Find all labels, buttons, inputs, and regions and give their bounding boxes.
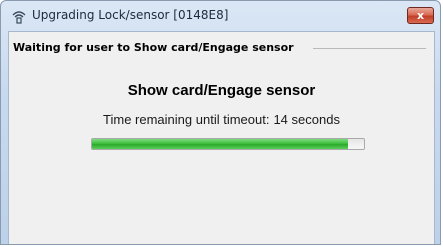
dialog-client-area: Waiting for user to Show card/Engage sen…: [8, 31, 435, 244]
group-label: Waiting for user to Show card/Engage sen…: [13, 41, 300, 54]
timeout-progress-bar: [91, 138, 365, 150]
close-button[interactable]: x: [407, 7, 434, 24]
timeout-value: 14 seconds: [273, 112, 340, 127]
wireless-sensor-icon: [11, 9, 27, 24]
group-header: Waiting for user to Show card/Engage sen…: [13, 41, 426, 55]
timeout-text: Time remaining until timeout: 14 seconds: [9, 112, 434, 127]
progress-fill: [92, 139, 348, 149]
prompt-heading: Show card/Engage sensor: [127, 82, 316, 99]
close-icon: x: [416, 9, 425, 22]
timeout-label: Time remaining until timeout:: [103, 112, 270, 127]
dialog-window: Upgrading Lock/sensor [0148E8] x Waiting…: [0, 0, 441, 245]
title-bar[interactable]: Upgrading Lock/sensor [0148E8] x: [1, 1, 440, 31]
group-divider: [313, 48, 426, 49]
window-title: Upgrading Lock/sensor [0148E8]: [32, 8, 229, 22]
